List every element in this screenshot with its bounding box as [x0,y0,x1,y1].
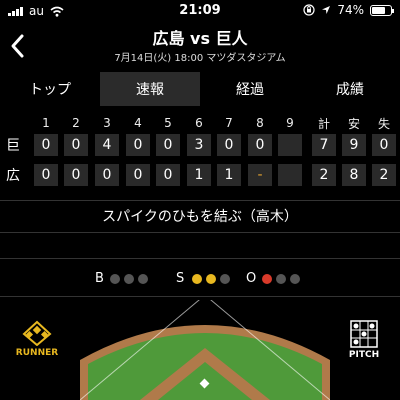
inning-score: - [248,164,272,186]
inning-header: 1 [42,116,50,130]
play-description: スパイクのひもを結ぶ（高木） [102,209,298,225]
battery-fill [372,6,386,14]
total-hits: 9 [342,134,366,156]
runner-button[interactable]: RUNNER [8,318,66,366]
total-runs: 2 [312,164,336,186]
tab-label: 速報 [136,82,164,98]
ball-dot [124,274,134,284]
strike-label: S [176,271,185,286]
total-hits: 8 [342,164,366,186]
total-errors: 0 [372,134,396,156]
tab-live[interactable]: 速報 [100,72,200,106]
inning-score [278,164,302,186]
battery-percent: 74% [337,3,364,17]
inning-score: 0 [34,164,58,186]
runner-label: RUNNER [15,348,59,358]
scoreboard-row-home: 広 0 0 0 0 0 1 1 - 2 8 2 [0,164,400,188]
game-info: 7月14日(火) 18:00 マツダスタジアム [114,53,286,64]
strike-dot [192,274,202,284]
total-errors: 2 [372,164,396,186]
strike-dot [206,274,216,284]
ball-label: B [95,271,104,286]
ball-dot [110,274,120,284]
inning-score: 0 [217,134,241,156]
tab-label: トップ [29,82,71,98]
inning-score: 0 [126,134,150,156]
count-indicator: B S O [0,270,400,288]
inning-header: 3 [103,116,111,130]
inning-score [278,134,302,156]
inning-score: 0 [34,134,58,156]
pitch-label: PITCH [348,350,380,360]
inning-header: 7 [225,116,233,130]
inning-score: 0 [248,134,272,156]
status-bar: au 21:09 74% [0,0,400,22]
strike-zone-icon [350,320,378,348]
divider [0,200,400,201]
baseball-field [80,300,330,400]
tab-bar: トップ 速報 経過 成績 [0,72,400,106]
out-dot [276,274,286,284]
tab-label: 経過 [236,82,264,98]
inning-score: 0 [156,134,180,156]
total-runs: 7 [312,134,336,156]
pitch-button[interactable]: PITCH [338,318,390,366]
rotation-lock-icon [303,4,315,16]
inning-header: 5 [164,116,172,130]
out-dot [290,274,300,284]
team-name: 巨 [6,138,20,154]
divider [0,296,400,297]
tab-stats[interactable]: 成績 [300,72,400,106]
total-runs-header: 計 [317,116,330,131]
inning-header: 4 [134,116,142,130]
hits-header: 安 [347,116,360,131]
tab-label: 成績 [336,82,364,98]
errors-header: 失 [377,116,390,131]
inning-header: 9 [286,116,294,130]
inning-score: 0 [95,164,119,186]
inning-score: 0 [64,164,88,186]
inning-header: 2 [72,116,80,130]
scoreboard-row-visitor: 巨 0 0 4 0 0 3 0 0 7 9 0 [0,134,400,158]
inning-score: 1 [187,164,211,186]
status-right: 74% [303,3,394,17]
inning-score: 0 [126,164,150,186]
strike-dot [220,274,230,284]
inning-score: 3 [187,134,211,156]
inning-score: 1 [217,164,241,186]
scoreboard-header-row: 1 2 3 4 5 6 7 8 9 計 安 失 [0,112,400,136]
tab-progress[interactable]: 経過 [200,72,300,106]
divider [0,232,400,233]
location-icon [322,6,331,14]
page-title: 広島 vs 巨人 [152,29,248,48]
battery-icon [370,4,394,16]
inning-score: 0 [156,164,180,186]
team-name: 広 [6,168,20,184]
out-dot [262,274,272,284]
tab-top[interactable]: トップ [0,72,100,106]
divider [0,258,400,259]
inning-header: 8 [256,116,264,130]
inning-header: 6 [195,116,203,130]
out-label: O [246,271,257,286]
inning-score: 4 [95,134,119,156]
diamond-icon [22,320,52,346]
inning-score: 0 [64,134,88,156]
ball-dot [138,274,148,284]
